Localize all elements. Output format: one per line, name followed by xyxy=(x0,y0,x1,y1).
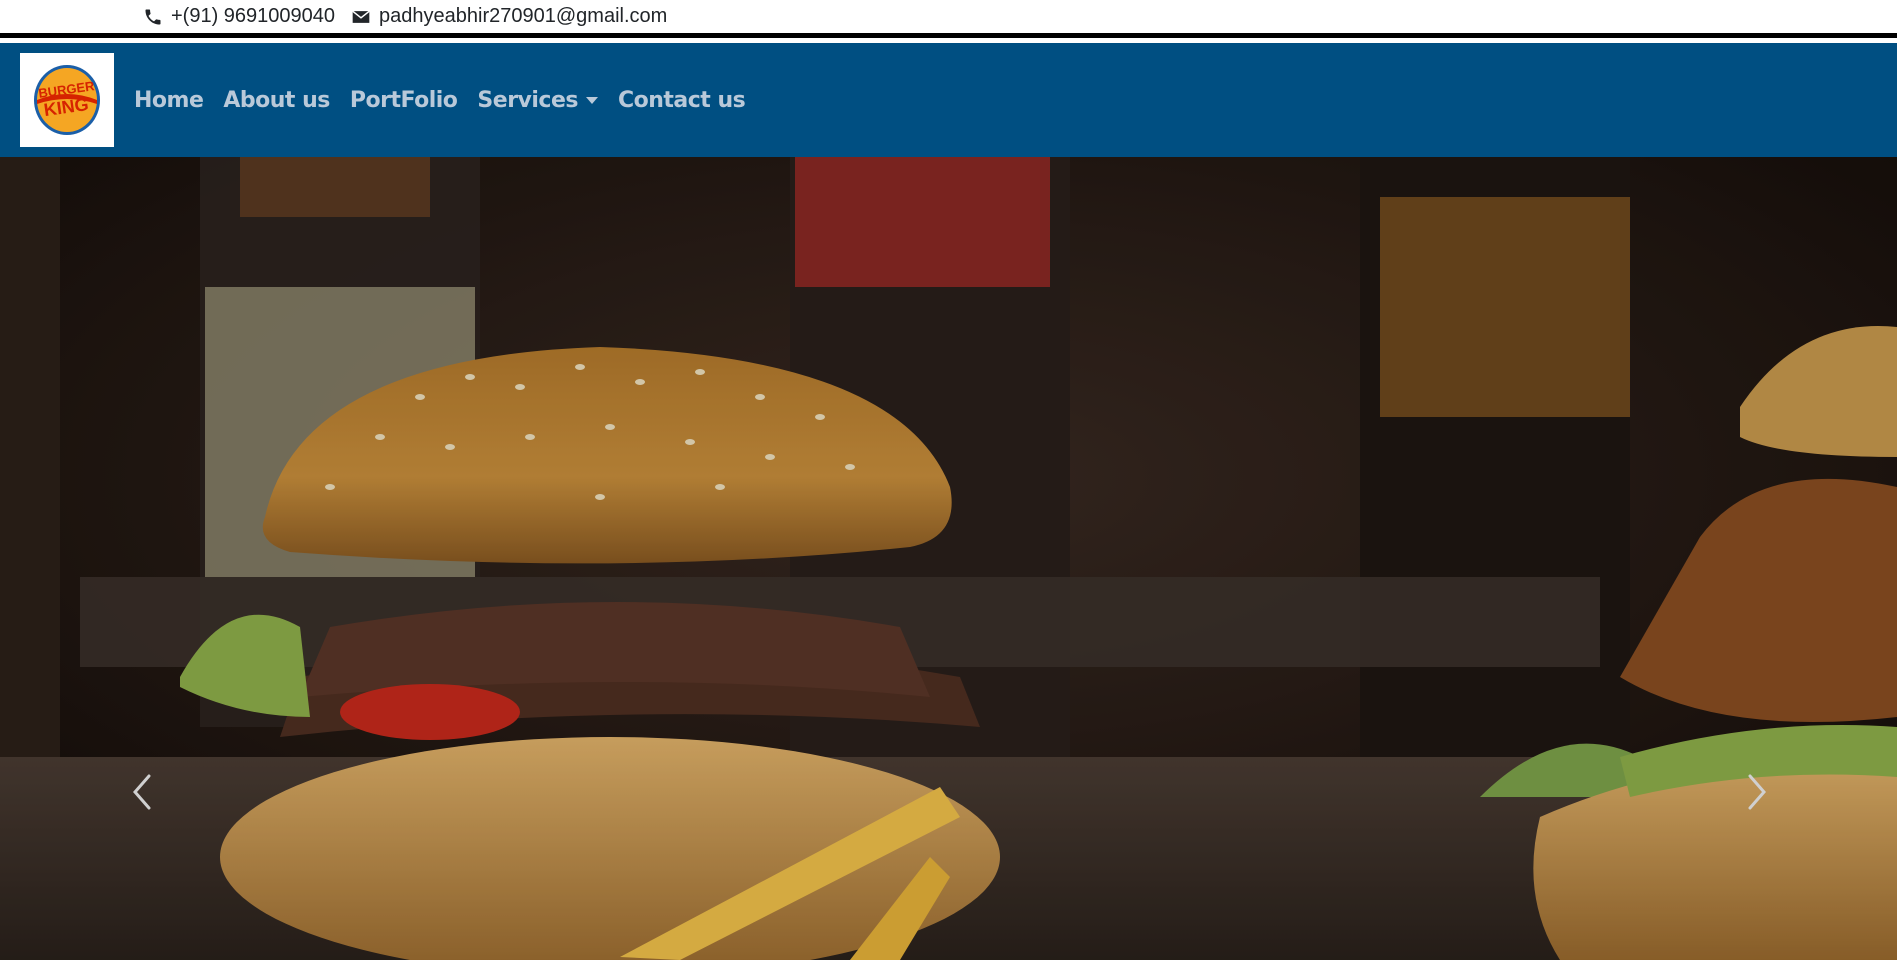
hero-burger-image xyxy=(0,157,1897,960)
carousel-next-button[interactable] xyxy=(1727,762,1787,822)
phone-number: +(91) 9691009040 xyxy=(171,5,336,27)
nav-portfolio[interactable]: PortFolio xyxy=(340,88,468,113)
contact-bar: +(91) 9691009040 padhyeabhir270901@gmail… xyxy=(0,0,1897,38)
phone-icon xyxy=(145,8,161,24)
hero-carousel xyxy=(0,157,1897,960)
email-address: padhyeabhir270901@gmail.com xyxy=(379,5,668,27)
nav-services[interactable]: Services xyxy=(467,88,608,113)
email-contact[interactable]: padhyeabhir270901@gmail.com xyxy=(351,5,667,28)
burger-king-logo-icon: BURGER KING xyxy=(34,65,100,135)
nav-about-us[interactable]: About us xyxy=(213,88,339,113)
brand-logo[interactable]: BURGER KING xyxy=(20,53,114,147)
chevron-left-icon xyxy=(133,774,151,810)
nav-services-label: Services xyxy=(477,87,578,113)
carousel-prev-button[interactable] xyxy=(112,762,172,822)
main-navbar: BURGER KING Home About us PortFolio Serv… xyxy=(0,43,1897,157)
nav-links: Home About us PortFolio Services Contact… xyxy=(124,88,755,113)
chevron-right-icon xyxy=(1748,774,1766,810)
nav-contact-us[interactable]: Contact us xyxy=(608,88,755,113)
caret-down-icon xyxy=(585,96,598,104)
envelope-icon xyxy=(352,10,370,23)
phone-contact[interactable]: +(91) 9691009040 xyxy=(143,5,335,28)
nav-home[interactable]: Home xyxy=(124,88,213,113)
